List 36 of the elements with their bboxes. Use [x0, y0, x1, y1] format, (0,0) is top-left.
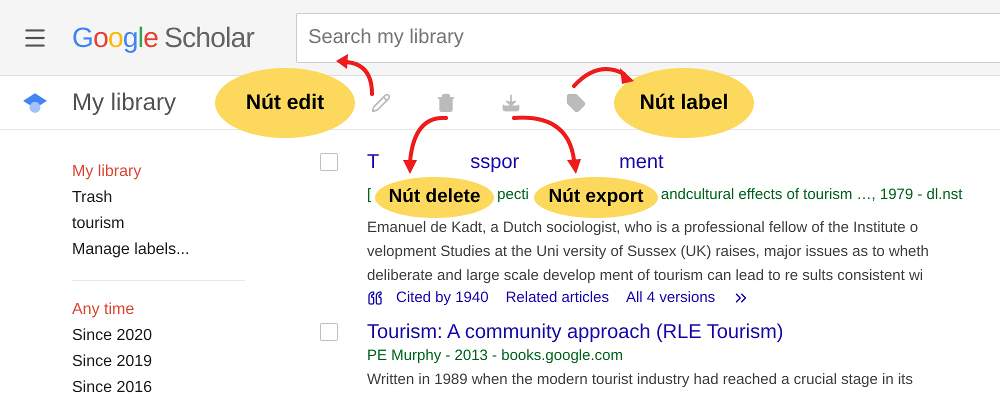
result-source: [ [367, 185, 372, 205]
arrow [403, 116, 448, 174]
arrow [572, 67, 634, 88]
result-title[interactable]: sspor [470, 150, 520, 174]
sidebar-item[interactable]: Since 2020 [72, 323, 245, 349]
result-source: andcultural effects of tourism …, 1979 - dl.nst [660, 185, 962, 205]
result-link[interactable]: Cited by 1940 [396, 286, 489, 310]
sidebar-item[interactable]: Any time [72, 297, 245, 323]
result-source: PE Murphy - 2013 - books.google.com [367, 346, 623, 366]
sidebar-item[interactable]: Since 2016 [72, 375, 245, 400]
search-field[interactable]: Search my library [296, 12, 1000, 62]
callout: Nút label [614, 68, 754, 138]
checkbox[interactable] [320, 323, 338, 341]
sidebar-item[interactable]: My library [72, 159, 245, 185]
result-snippet: deliberate and large scale develop ment of tourism can lead to re sults consistent wi [367, 266, 924, 286]
result-link[interactable]: All 4 versions [626, 286, 716, 310]
cite-icon[interactable] [367, 290, 383, 306]
result-source: pecti [497, 185, 529, 205]
callout: Nút edit [215, 68, 355, 138]
checkbox[interactable] [320, 153, 338, 171]
page-title: My library [72, 88, 176, 118]
result-title[interactable]: Tourism: A community approach (RLE Tourism) [367, 320, 784, 344]
logo: Google Scholar [72, 24, 254, 52]
sidebar-item[interactable]: Since 2019 [72, 349, 245, 375]
sidebar-item[interactable]: Trash [72, 185, 245, 211]
result-title[interactable]: T [367, 150, 380, 174]
callout: Nút delete [375, 177, 494, 218]
result-snippet: Written in 1989 when the modern tourist industry had reached a crucial stage in its [367, 370, 913, 390]
callout: Nút export [534, 177, 658, 218]
result-title[interactable]: ment [619, 150, 664, 174]
result-snippet: Emanuel de Kadt, a Dutch sociologist, who is a professional fellow of the Institute o [367, 218, 920, 238]
arrow [336, 54, 374, 96]
result-snippet: velopment Studies at the Uni versity of Sussex (UK) raises, major issues as to wheth [367, 242, 930, 262]
sidebar-item[interactable]: tourism [72, 211, 245, 237]
sidebar-item[interactable]: Manage labels... [72, 237, 245, 263]
result-link[interactable]: Related articles [506, 286, 609, 310]
